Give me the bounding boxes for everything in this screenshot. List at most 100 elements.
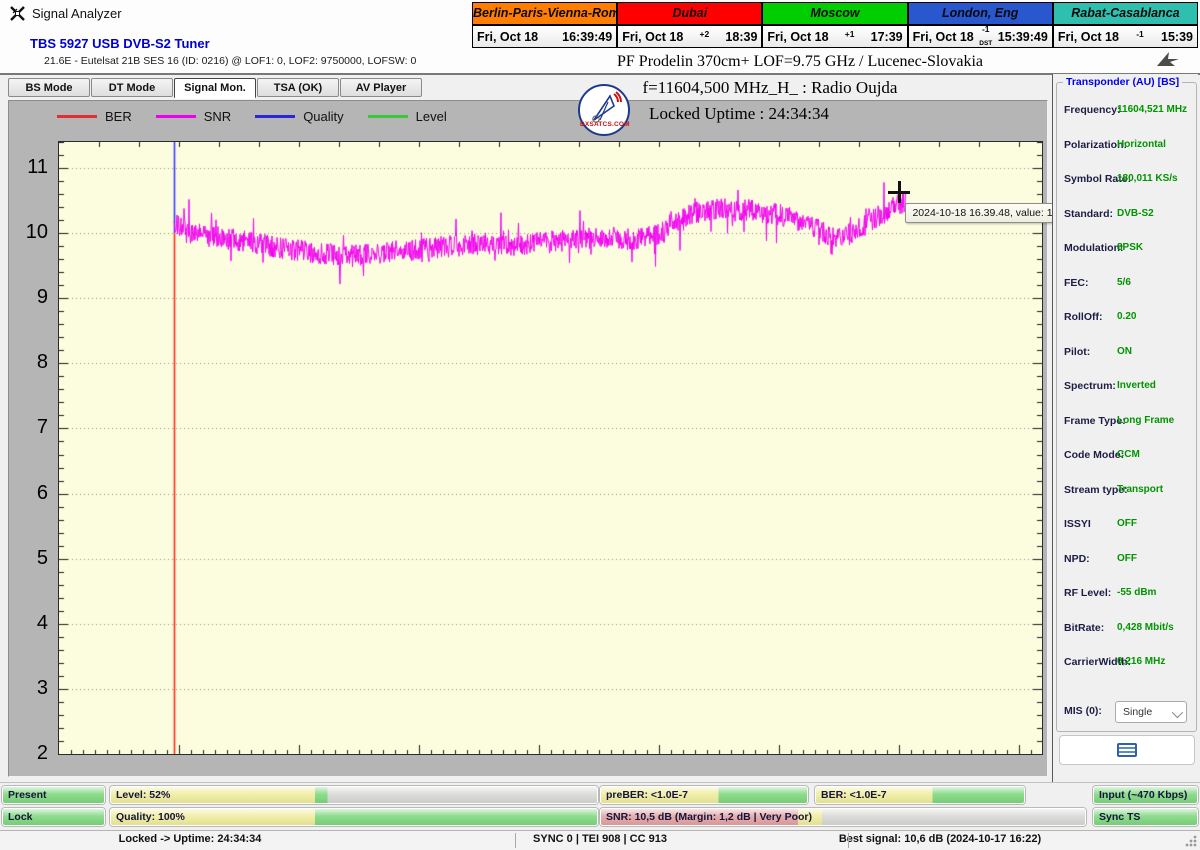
chart-legend: BER SNR Quality Level	[57, 101, 447, 132]
transponder-label: FEC:	[1064, 276, 1089, 289]
transponder-label: ISSYI	[1064, 518, 1091, 530]
signal-chart-canvas[interactable]	[59, 142, 1042, 754]
transponder-value: ON	[1117, 345, 1132, 357]
transponder-row-code-mode-: Code Mode: CCM	[1057, 449, 1196, 469]
indicator-bar-input: Input (~470 Kbps)	[1093, 786, 1198, 804]
transponder-label: BitRate:	[1064, 621, 1105, 634]
transponder-row-rf-level-: RF Level: -55 dBm	[1057, 587, 1196, 607]
clock-city-label: Rabat-Casablanca	[1053, 3, 1198, 26]
y-axis-tick-label: 2	[36, 742, 48, 764]
transponder-value: 180,011 KS/s	[1117, 173, 1178, 184]
tab-bs-mode[interactable]: BS Mode	[8, 78, 90, 97]
indicator-bar-label: BER: <1.0E-7	[821, 789, 887, 801]
clock-moscow: Moscow Fri, Oct 18 +1 17:39	[763, 3, 909, 47]
legend-dash-icon	[57, 115, 97, 118]
legend-item-ber: BER	[57, 109, 132, 124]
chart-plot-area[interactable]: 2024-10-18 16.39.48, value: 10,5	[58, 141, 1075, 755]
transponder-value: -55 dBm	[1117, 587, 1157, 598]
bars-divider	[0, 782, 1200, 783]
resize-grip[interactable]	[1185, 835, 1197, 847]
indicator-bar-present: Present	[2, 786, 105, 804]
y-axis-tick-label: 8	[36, 351, 48, 374]
tab-tsa-ok-[interactable]: TSA (OK)	[257, 78, 339, 97]
dish-info-line: PF Prodelin 370cm+ LOF=9.75 GHz / Lucene…	[617, 53, 983, 70]
export-button[interactable]	[1059, 735, 1195, 765]
indicator-bar-snr: SNR: 10,5 dB (Margin: 1,2 dB | Very Poor…	[600, 808, 1086, 826]
transponder-panel: Transponder (AU) [BS] Frequency: 11604,52…	[1052, 74, 1198, 782]
transponder-row-bitrate-: BitRate: 0,428 Mbit/s	[1057, 622, 1196, 642]
transponder-value: Horizontal	[1117, 138, 1166, 150]
y-axis-tick-label: 9	[36, 286, 48, 309]
y-axis-tick-label: 10	[25, 221, 48, 244]
indicator-bar-label: Sync TS	[1099, 811, 1141, 823]
indicator-bar-label: Present	[8, 789, 47, 801]
indicator-bar-quality: Quality: 100%	[110, 808, 598, 826]
transponder-row-polarization-: Polarization: Horizontal	[1057, 139, 1196, 159]
y-axis-tick-label: 11	[27, 156, 48, 179]
clock-dubai: Dubai Fri, Oct 18 +2 18:39	[618, 3, 764, 47]
transponder-value: OFF	[1117, 552, 1137, 564]
mode-tabs: BS Mode DT Mode Signal Mon. TSA (OK) AV Play…	[8, 78, 423, 99]
clock-time: Fri, Oct 18 -1 15:39	[1053, 26, 1198, 47]
legend-dash-icon	[367, 115, 408, 118]
transponder-groupbox: Transponder (AU) [BS] Frequency: 11604,52…	[1056, 76, 1197, 732]
tab-signal-mon-[interactable]: Signal Mon.	[174, 78, 256, 99]
transponder-value: CCM	[1117, 449, 1140, 460]
transponder-row-symbol-rate-: Symbol Rate: 180,011 KS/s	[1057, 173, 1196, 193]
locked-uptime-text: Locked Uptime : 24:34:34	[649, 104, 829, 123]
clock-time: Fri, Oct 18 +1 17:39	[763, 26, 907, 47]
legend-item-snr: SNR	[155, 109, 231, 124]
clock-berlin-paris-vienna-roma: Berlin-Paris-Vienna-Roma Fri, Oct 18 16:39…	[473, 3, 619, 47]
legend-dash-icon	[155, 115, 196, 118]
legend-item-quality: Quality	[255, 109, 344, 124]
indicator-bar-ber: BER: <1.0E-7	[815, 786, 1025, 804]
transponder-label: Spectrum:	[1064, 380, 1116, 392]
clock-city-label: Moscow	[763, 3, 907, 26]
clock-time: Fri, Oct 18 16:39:49	[473, 26, 617, 47]
y-axis-tick-label: 3	[36, 676, 48, 699]
indicator-bar-label: Level: 52%	[116, 789, 171, 801]
legend-label: BER	[105, 109, 132, 124]
frequency-service-line: f=11604,500 MHz_H_ : Radio Oujda	[642, 78, 898, 97]
legend-label: Quality	[303, 109, 344, 124]
tab-av-player[interactable]: AV Player	[340, 78, 422, 97]
transponder-row-issyi: ISSYI OFF	[1057, 518, 1196, 538]
y-axis-tick-label: 6	[36, 481, 48, 504]
y-axis-tick-label: 7	[36, 416, 48, 439]
transponder-label: RollOff:	[1064, 311, 1103, 323]
clock-city-label: Berlin-Paris-Vienna-Roma	[473, 3, 617, 26]
transponder-row-spectrum-: Spectrum: Inverted	[1057, 380, 1196, 400]
tuner-details: 21.6E - Eutelsat 21B SES 16 (ID: 0216) @…	[44, 55, 417, 67]
chevron-down-icon	[1171, 706, 1184, 719]
transponder-row-stream-type-: Stream type: Transport	[1057, 484, 1196, 504]
indicator-bar-lock: Lock	[2, 808, 105, 826]
legend-item-level: Level	[367, 109, 447, 124]
mis-dropdown[interactable]: Single	[1115, 701, 1187, 723]
clock-rabat-casablanca: Rabat-Casablanca Fri, Oct 18 -1 15:39	[1053, 3, 1198, 47]
transponder-value: 0,428 Mbit/s	[1117, 621, 1174, 633]
tab-dt-mode[interactable]: DT Mode	[91, 78, 173, 97]
indicator-bar-label: Quality: 100%	[116, 811, 185, 823]
transponder-value: 5/6	[1117, 276, 1131, 288]
indicator-bar-label: Lock	[8, 811, 33, 823]
transponder-label: Code Mode:	[1064, 449, 1125, 461]
tuner-name: TBS 5927 USB DVB-S2 Tuner	[30, 36, 210, 51]
transponder-row-modulation-: Modulation: 8PSK	[1057, 242, 1196, 262]
transponder-value: 11604,521 MHz	[1117, 104, 1188, 115]
indicator-bar-label: Input (~470 Kbps)	[1099, 789, 1188, 801]
transponder-row-frequency-: Frequency: 11604,521 MHz	[1057, 104, 1196, 124]
statusbar-divider	[515, 833, 516, 848]
statusbar-best-signal: Best signal: 10,6 dB (2024-10-17 16:22)	[838, 833, 1042, 845]
transponder-value: Transport	[1117, 483, 1164, 495]
signal-chart-widget: BER SNR Quality Level Locked Uptime : 24:34…	[8, 100, 1075, 777]
transponder-label: NPD:	[1064, 552, 1090, 565]
transponder-title: Transponder (AU) [BS]	[1063, 76, 1183, 88]
top-header-area: Signal Analyzer TBS 5927 USB DVB-S2 Tune…	[0, 0, 1200, 75]
transponder-value: Long Frame	[1117, 414, 1175, 426]
statusbar-uptime: Locked -> Uptime: 24:34:34	[118, 833, 262, 845]
clock-london-eng: London, Eng Fri, Oct 18 -1 DST 15:39:49	[908, 3, 1054, 47]
transponder-label: Frequency:	[1064, 104, 1121, 116]
app-icon	[10, 6, 25, 26]
indicator-bar-label: preBER: <1.0E-7	[606, 789, 688, 801]
world-clocks: Berlin-Paris-Vienna-Roma Fri, Oct 18 16:39…	[472, 2, 1198, 48]
